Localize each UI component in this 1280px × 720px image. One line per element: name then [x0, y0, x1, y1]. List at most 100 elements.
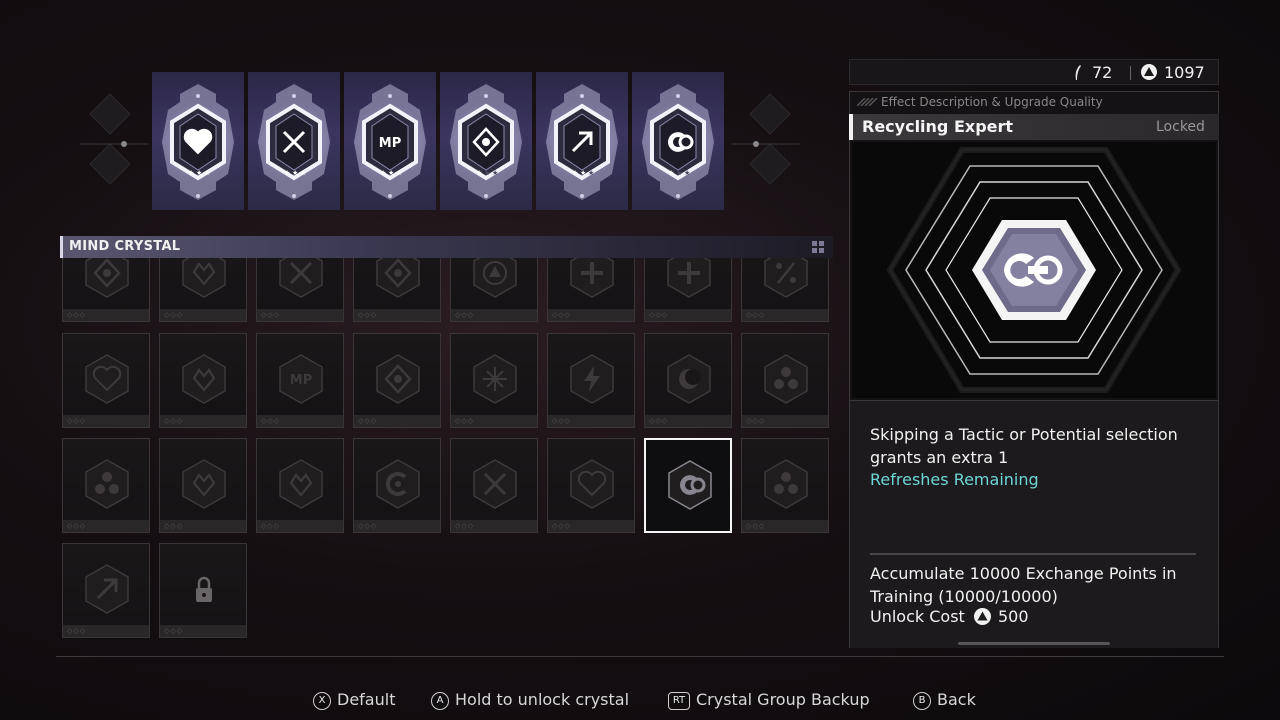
- svg-text:★: ★: [196, 169, 202, 177]
- crystal-cell-recycling[interactable]: [644, 438, 732, 533]
- crystal-cell-locked[interactable]: ◇◇◇: [159, 543, 247, 638]
- trefoil-icon: [764, 354, 808, 404]
- crystal-cell-triple-circle[interactable]: ◇◇◇: [741, 438, 829, 533]
- c-ring-icon: [376, 459, 420, 509]
- equipped-slot[interactable]: ★ ★ ★: [632, 72, 724, 210]
- crystal-cell-heart-split[interactable]: ◇◇◇: [62, 333, 150, 428]
- cell-footer: ◇◇◇: [257, 415, 343, 427]
- crystal-cell-diamond-circle[interactable]: ◇◇◇: [353, 333, 441, 428]
- crystal-cell-leaf[interactable]: ◇◇◇: [159, 258, 247, 322]
- cell-footer: ◇◇◇: [645, 415, 731, 427]
- leaf-icon: [182, 258, 226, 298]
- diamond-circle-icon: [376, 354, 420, 404]
- crystal-cell-crescent[interactable]: ◇◇◇: [644, 333, 732, 428]
- crystal-cell-triangle-circle[interactable]: ◇◇◇: [450, 258, 538, 322]
- panel-subtitle: Effect Description & Upgrade Quality: [881, 95, 1103, 109]
- locked-icon: [196, 576, 212, 602]
- crystal-cell-x-heart[interactable]: ◇◇◇: [450, 438, 538, 533]
- star-rating: ◇◇◇: [67, 311, 87, 319]
- star-rating: ◇◇◇: [455, 522, 475, 530]
- crystal-cell-arrow-slash[interactable]: ◇◇◇: [62, 543, 150, 638]
- grid-view-icon[interactable]: [812, 241, 824, 253]
- unlock-condition: Accumulate 10000 Exchange Points in Trai…: [870, 564, 1177, 606]
- crystal-cell-heart-outline[interactable]: ◇◇◇: [547, 438, 635, 533]
- b-button-icon: B: [913, 692, 931, 710]
- mind-crystal-title: MIND CRYSTAL: [69, 239, 181, 254]
- energy-value: 72: [1092, 63, 1113, 82]
- triangle-coin-icon: [1141, 64, 1157, 80]
- equipped-slot[interactable]: ★ ★ ★: [440, 72, 532, 210]
- triple-circle-icon: [764, 459, 808, 509]
- crystal-cell-trefoil[interactable]: ◇◇◇: [741, 333, 829, 428]
- back-hint[interactable]: B Back: [913, 690, 976, 710]
- recycling-crystal-art: ·: [866, 147, 1182, 393]
- crystal-cell-cross-x[interactable]: ◇◇◇: [256, 258, 344, 322]
- right-chevron-decoration: [732, 93, 800, 185]
- crystal-cell-crown-heart[interactable]: ◇◇◇: [256, 438, 344, 533]
- cell-footer: ◇◇◇: [160, 309, 246, 321]
- svg-text:★: ★: [676, 169, 682, 177]
- cell-footer: ◇◇◇: [742, 309, 828, 321]
- crystal-cell-plus[interactable]: ◇◇◇: [547, 258, 635, 322]
- crystal-cell-diamond-heart[interactable]: ◇◇◇: [353, 258, 441, 322]
- crystal-name: Recycling Expert: [862, 117, 1014, 136]
- cell-footer: ◇◇◇: [354, 415, 440, 427]
- x-button-icon: X: [313, 692, 331, 710]
- crystal-cell-shield-heart[interactable]: ◇◇◇: [159, 438, 247, 533]
- slot-marker: [484, 194, 488, 198]
- a-button-icon: A: [431, 692, 449, 710]
- star-rating: ◇◇◇: [552, 417, 572, 425]
- cell-footer: ◇◇◇: [160, 415, 246, 427]
- crystal-cell-c-ring[interactable]: ◇◇◇: [353, 438, 441, 533]
- slot-marker: [580, 94, 584, 98]
- star-rating: ◇◇◇: [261, 522, 281, 530]
- plus-circle-icon: [667, 258, 711, 298]
- unlock-cost: Unlock Cost 500: [870, 607, 1029, 626]
- cell-footer: ◇◇◇: [548, 309, 634, 321]
- crystal-cell-plus-circle[interactable]: ◇◇◇: [644, 258, 732, 322]
- crystal-cell-radiation[interactable]: ◇◇◇: [62, 438, 150, 533]
- slot-marker: [484, 94, 488, 98]
- scroll-indicator[interactable]: [958, 642, 1110, 645]
- cell-footer: ◇◇◇: [63, 309, 149, 321]
- slot-marker: [196, 94, 200, 98]
- cell-footer: ◇◇◇: [63, 415, 149, 427]
- description-divider: [870, 553, 1196, 555]
- cell-footer: ◇◇◇: [451, 415, 537, 427]
- effect-highlight: Refreshes Remaining: [870, 470, 1039, 489]
- crystal-cell-sparkle[interactable]: ◇◇◇: [450, 333, 538, 428]
- crystal-cell-heart-wings[interactable]: ◇◇◇: [159, 333, 247, 428]
- default-hint[interactable]: X Default: [313, 690, 395, 710]
- unlock-hint[interactable]: A Hold to unlock crystal: [431, 690, 629, 710]
- effect-description: Skipping a Tactic or Potential selection…: [870, 425, 1178, 467]
- equipped-slot[interactable]: ★ ★ ★: [248, 72, 340, 210]
- equipped-slot[interactable]: ★ ★ ★: [152, 72, 244, 210]
- equipped-slot[interactable]: MP ★ ★ ★: [344, 72, 436, 210]
- svg-text:★: ★: [484, 169, 490, 177]
- svg-text:★: ★: [204, 169, 210, 177]
- backup-hint[interactable]: RT Crystal Group Backup: [668, 690, 870, 710]
- crystal-cell-percent[interactable]: ◇◇◇: [741, 258, 829, 322]
- slot-marker: [388, 194, 392, 198]
- bottom-divider: [56, 656, 1224, 657]
- mp-icon: MP★ ★ ★: [354, 84, 426, 200]
- star-rating: ◇◇◇: [67, 522, 87, 530]
- star-rating: ◇◇◇: [746, 311, 766, 319]
- percent-icon: [764, 258, 808, 298]
- equipped-slot[interactable]: ★ ★ ★: [536, 72, 628, 210]
- svg-text:MP: MP: [379, 136, 401, 151]
- svg-text:MP: MP: [290, 373, 312, 388]
- x-heart-icon: [473, 459, 517, 509]
- slot-marker: [388, 94, 392, 98]
- cell-footer: ◇◇◇: [63, 520, 149, 532]
- back-hint-label: Back: [937, 690, 976, 709]
- svg-text:·: ·: [866, 164, 867, 169]
- crystal-cell-mp[interactable]: MP ◇◇◇: [256, 333, 344, 428]
- crystal-cell-bolt[interactable]: ◇◇◇: [547, 333, 635, 428]
- star-rating: ◇◇◇: [649, 311, 669, 319]
- crystal-cell-diamond-pattern[interactable]: ◇◇◇: [62, 258, 150, 322]
- hatch-icon: [857, 98, 878, 106]
- star-rating: ◇◇◇: [164, 627, 184, 635]
- star-rating: ◇◇◇: [358, 522, 378, 530]
- star-rating: ◇◇◇: [552, 522, 572, 530]
